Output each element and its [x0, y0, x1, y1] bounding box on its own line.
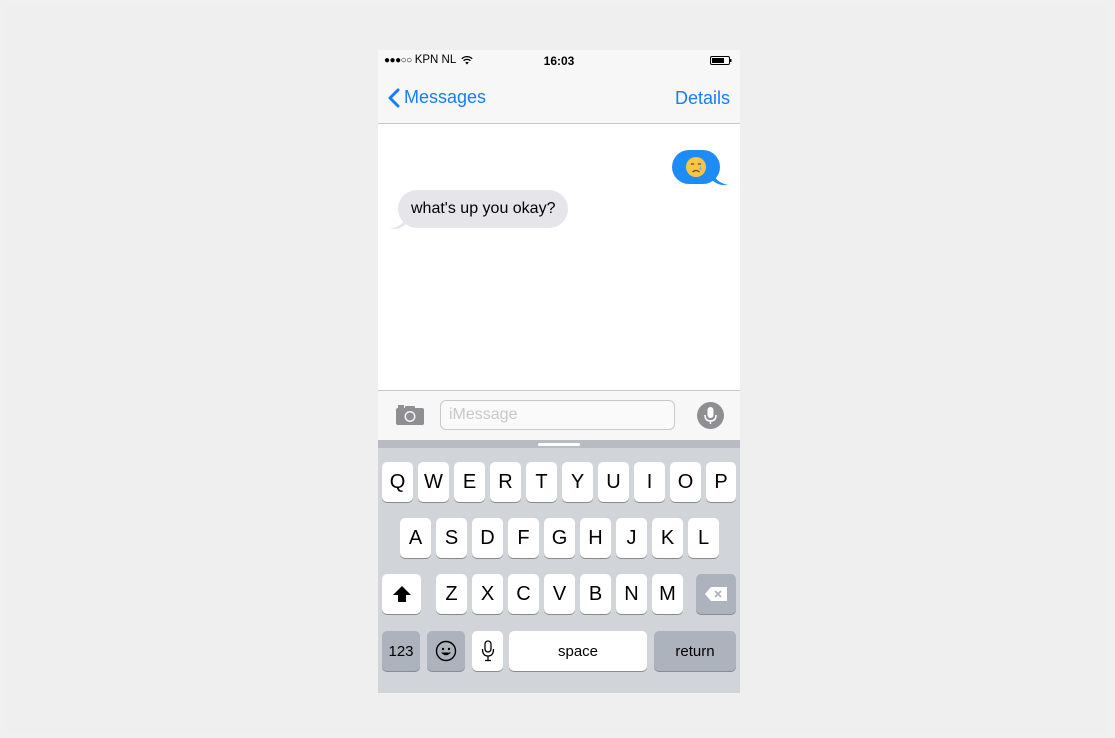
dictation-icon — [481, 640, 494, 662]
key-b[interactable]: B — [580, 574, 611, 614]
outgoing-bubble-tail — [712, 170, 728, 186]
navigation-bar: Messages Details — [378, 72, 740, 124]
key-e[interactable]: E — [454, 462, 485, 502]
message-input-bar — [378, 390, 740, 441]
key-x[interactable]: X — [472, 574, 503, 614]
key-m[interactable]: M — [652, 574, 683, 614]
shift-key[interactable] — [382, 574, 421, 614]
key-a[interactable]: A — [400, 518, 431, 558]
key-u[interactable]: U — [598, 462, 629, 502]
key-f[interactable]: F — [508, 518, 539, 558]
key-t[interactable]: T — [526, 462, 557, 502]
key-k[interactable]: K — [652, 518, 683, 558]
key-y[interactable]: Y — [562, 462, 593, 502]
back-chevron-icon — [388, 88, 400, 107]
battery-icon — [710, 56, 732, 65]
incoming-bubble-tail — [390, 216, 406, 230]
status-time: 16:03 — [543, 54, 575, 68]
details-button[interactable]: Details — [675, 88, 730, 109]
key-r[interactable]: R — [490, 462, 521, 502]
key-h[interactable]: H — [580, 518, 611, 558]
key-p[interactable]: P — [706, 462, 736, 502]
key-n[interactable]: N — [616, 574, 647, 614]
shift-icon — [392, 586, 411, 602]
key-v[interactable]: V — [544, 574, 575, 614]
incoming-message-text: what's up you okay? — [411, 200, 556, 217]
key-s[interactable]: S — [436, 518, 467, 558]
key-o[interactable]: O — [670, 462, 701, 502]
key-i[interactable]: I — [634, 462, 665, 502]
key-d[interactable]: D — [472, 518, 503, 558]
space-key[interactable]: space — [509, 631, 647, 671]
back-label: Messages — [404, 87, 487, 107]
key-w[interactable]: W — [418, 462, 449, 502]
conversation-view: what's up you okay? — [378, 124, 740, 390]
dictation-key[interactable] — [472, 631, 503, 671]
camera-icon[interactable] — [395, 404, 425, 426]
status-bar: ●●●○○ KPN NL 16:03 — [378, 50, 740, 72]
imessage-input[interactable] — [440, 400, 675, 430]
back-button[interactable]: Messages — [388, 87, 486, 108]
key-q[interactable]: Q — [382, 462, 413, 502]
key-z[interactable]: Z — [436, 574, 467, 614]
incoming-message-bubble[interactable]: what's up you okay? — [398, 190, 569, 228]
emoji-icon — [435, 640, 457, 662]
key-j[interactable]: J — [616, 518, 647, 558]
backspace-key[interactable] — [696, 574, 736, 614]
keyboard-handle[interactable] — [538, 443, 580, 446]
phone-screen: ●●●○○ KPN NL 16:03 Messages Details what… — [378, 50, 740, 693]
backspace-icon — [705, 587, 727, 601]
emoji-key[interactable] — [427, 631, 465, 671]
key-g[interactable]: G — [544, 518, 575, 558]
numbers-key[interactable]: 123 — [382, 631, 420, 671]
microphone-icon — [704, 407, 717, 424]
keyboard: Q W E R T Y U I O P A S D F G H J K L Z … — [378, 440, 740, 693]
key-c[interactable]: C — [508, 574, 539, 614]
key-l[interactable]: L — [688, 518, 719, 558]
microphone-button[interactable] — [697, 402, 724, 429]
return-key[interactable]: return — [654, 631, 736, 671]
crying-face-emoji-icon — [686, 157, 706, 177]
